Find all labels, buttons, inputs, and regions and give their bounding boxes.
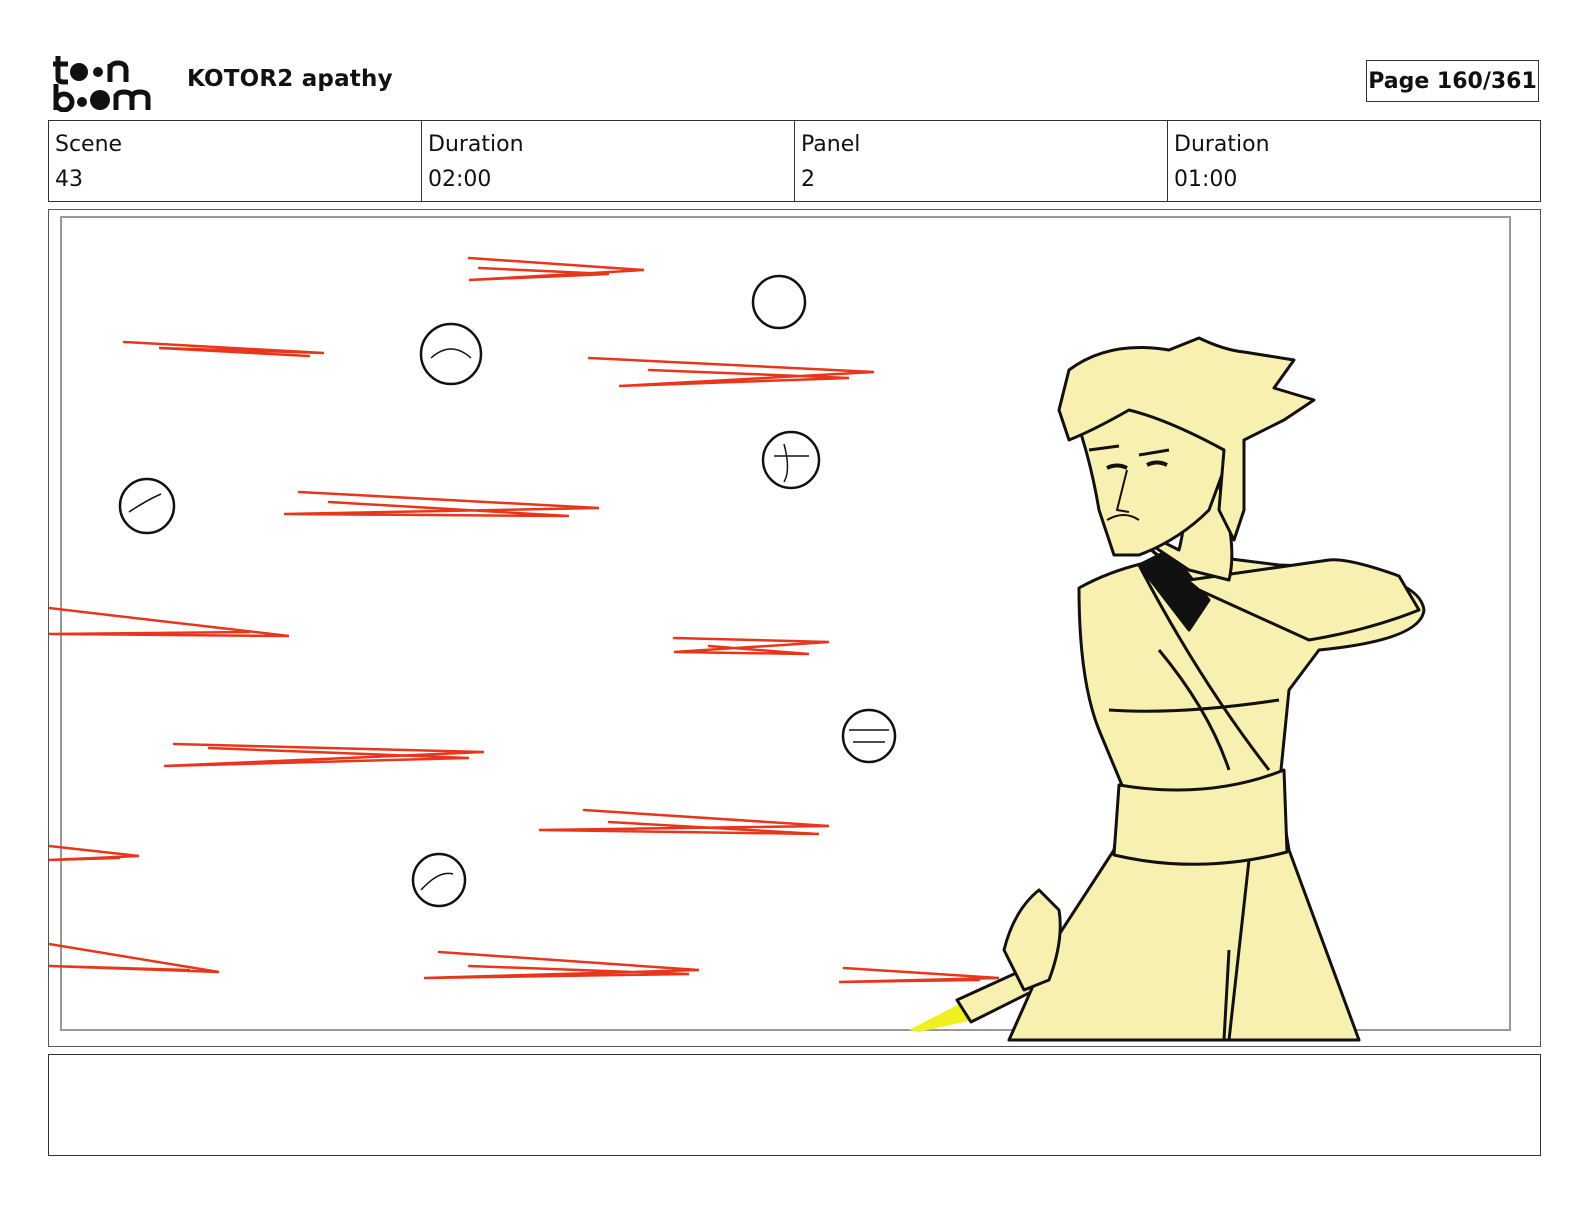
blaster-streak <box>283 490 600 518</box>
project-title: KOTOR2 apathy <box>187 66 393 92</box>
blaster-streak <box>122 340 325 358</box>
droid-sphere <box>841 708 897 764</box>
panel-duration-value: 01:00 <box>1174 167 1238 192</box>
blaster-streak <box>838 966 1000 984</box>
blaster-streak <box>538 808 830 836</box>
panel-cell: Panel 2 <box>795 121 1168 201</box>
scene-duration-label: Duration <box>428 132 524 157</box>
blaster-streak <box>587 356 875 388</box>
droid-sphere <box>761 430 821 490</box>
droid-sphere <box>419 322 483 386</box>
blaster-streak <box>49 844 140 862</box>
droid-details <box>128 348 889 891</box>
droid-sphere <box>411 852 467 908</box>
storyboard-panel <box>48 209 1541 1047</box>
blaster-streak <box>49 606 290 638</box>
blaster-streak <box>467 256 645 282</box>
blaster-streak <box>49 942 220 974</box>
panel-duration-cell: Duration 01:00 <box>1168 121 1540 201</box>
panel-duration-label: Duration <box>1174 132 1270 157</box>
blaster-streaks <box>49 256 1000 984</box>
panel-notes-box <box>48 1054 1541 1156</box>
panel-label: Panel <box>801 132 861 157</box>
toonboom-logo <box>53 56 151 112</box>
jedi-figure <box>909 336 1426 1042</box>
scene-duration-value: 02:00 <box>428 167 492 192</box>
scene-cell: Scene 43 <box>49 121 422 201</box>
droid-sphere <box>118 477 176 535</box>
blaster-streak <box>423 950 700 980</box>
panel-value: 2 <box>801 167 815 192</box>
scene-duration-cell: Duration 02:00 <box>422 121 795 201</box>
blaster-streak <box>163 742 485 768</box>
panel-drawing <box>49 216 1511 1042</box>
droid-sphere <box>751 274 807 330</box>
page-indicator: Page 160/361 <box>1366 60 1539 102</box>
droid-spheres <box>118 274 897 908</box>
scene-value: 43 <box>55 167 83 192</box>
blaster-streak <box>672 636 830 656</box>
scene-info-table: Scene 43 Duration 02:00 Panel 2 Duration… <box>48 120 1541 202</box>
scene-label: Scene <box>55 132 123 157</box>
